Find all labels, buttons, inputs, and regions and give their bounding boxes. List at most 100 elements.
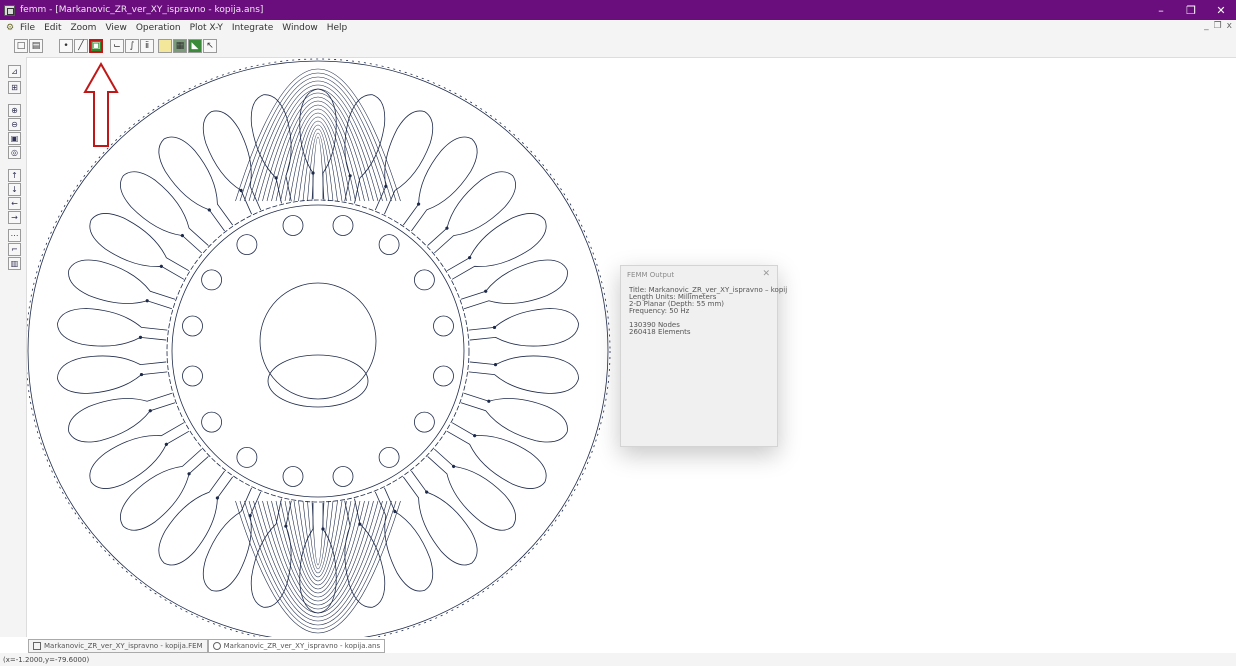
rotor-bar <box>433 315 454 337</box>
document-icon <box>33 641 41 650</box>
flux-line-bottom <box>311 500 325 566</box>
zoom-out-icon[interactable]: ⊖ <box>8 118 21 131</box>
menu-integrate[interactable]: Integrate <box>232 23 273 33</box>
open-file-icon[interactable]: ▤ <box>29 39 43 53</box>
flux-line-bottom <box>253 500 383 618</box>
dialog-title: FEMM Output <box>627 271 675 279</box>
menu-help[interactable]: Help <box>327 23 348 33</box>
flux-line-top <box>253 84 383 202</box>
rotor-bar <box>433 365 454 387</box>
stator-slot <box>446 422 547 489</box>
menu-edit[interactable]: Edit <box>44 23 61 33</box>
stator-slot <box>468 308 579 347</box>
tab-fem-label: Markanovic_ZR_ver_XY_ispravno - kopija.F… <box>44 641 203 650</box>
window-controls: – ❐ ✕ <box>1146 0 1236 20</box>
output-frequency-line: Frequency: 50 Hz <box>629 307 690 315</box>
stator-slot <box>460 392 568 443</box>
menu-bar: ⚙ File Edit Zoom View Operation Plot X-Y… <box>0 20 1236 35</box>
flux-line-bottom <box>275 500 361 598</box>
smooth-icon[interactable]: ⊞ <box>8 81 21 94</box>
plot-icon[interactable]: ∫ <box>125 39 139 53</box>
vertical-toolbar: ⊿ ⊞ ⊕ ⊖ ▣ ◎ ↑ ↓ ← → ⋯ ⌐ ▥ <box>0 57 27 637</box>
mdi-restore-button[interactable]: ❐ <box>1214 21 1222 31</box>
menu-plot-xy[interactable]: Plot X-Y <box>190 23 223 33</box>
pan-left-icon[interactable]: ← <box>8 197 21 210</box>
select-icon[interactable]: ↖ <box>203 39 217 53</box>
stator-slot <box>427 448 516 531</box>
point-icon[interactable]: • <box>59 39 73 53</box>
app-icon <box>4 4 15 16</box>
arrow-icon[interactable]: ◣ <box>188 39 202 53</box>
tab-fem-file[interactable]: Markanovic_ZR_ver_XY_ispravno - kopija.F… <box>28 638 208 653</box>
menu-window[interactable]: Window <box>282 23 318 33</box>
menu-file[interactable]: File <box>20 23 35 33</box>
stator-slot <box>89 422 190 489</box>
show-mesh-icon[interactable]: ⊿ <box>8 65 21 78</box>
shaft-circle <box>259 282 377 400</box>
new-file-icon[interactable]: □ <box>14 39 28 53</box>
stator-slot <box>446 213 547 280</box>
rotor-bar <box>332 466 354 487</box>
flux-line-bottom <box>244 500 392 626</box>
grid-show-icon[interactable]: ⋯ <box>8 229 21 242</box>
info-icon[interactable]: ⅱ <box>140 39 154 53</box>
rotor-bar <box>182 315 203 337</box>
stator-slot <box>57 308 168 347</box>
block-integral-icon[interactable]: ⌙ <box>110 39 124 53</box>
menu-view[interactable]: View <box>105 23 126 33</box>
grid-set-icon[interactable]: ▥ <box>8 257 21 270</box>
grid-snap-icon[interactable]: ⌐ <box>8 243 21 256</box>
stator-slot <box>344 498 386 608</box>
stator-slot <box>68 259 176 310</box>
output-elements-line: 260418 Elements <box>629 328 691 336</box>
flux-line-bottom <box>307 500 329 570</box>
solution-icon <box>212 641 221 650</box>
stator-slot <box>68 392 176 443</box>
menu-operation[interactable]: Operation <box>136 23 181 33</box>
pan-up-icon[interactable]: ↑ <box>8 169 21 182</box>
stator-slot <box>250 498 292 608</box>
tab-ans-file[interactable]: Markanovic_ZR_ver_XY_ispravno - kopija.a… <box>207 638 386 653</box>
stator-slot <box>57 355 168 394</box>
stator-slot <box>344 94 386 204</box>
mdi-minimize-button[interactable]: _ <box>1204 21 1209 31</box>
flux-line-bottom <box>289 500 347 586</box>
menu-zoom[interactable]: Zoom <box>71 23 97 33</box>
dialog-close-button[interactable]: ✕ <box>762 269 770 279</box>
stator-slot <box>250 94 292 204</box>
line-icon[interactable]: ╱ <box>74 39 88 53</box>
zoom-in-icon[interactable]: ⊕ <box>8 104 21 117</box>
grid-icon[interactable]: ▦ <box>173 39 187 53</box>
stator-slot <box>120 171 209 254</box>
rotor-bar <box>413 411 435 433</box>
stator-slot <box>158 470 234 566</box>
stator-slot <box>468 355 579 394</box>
document-system-icon[interactable]: ⚙ <box>6 23 16 33</box>
zoom-natural-icon[interactable]: ◎ <box>8 146 21 159</box>
contour-icon[interactable]: ▣ <box>89 39 103 53</box>
flux-line-top <box>311 136 325 202</box>
flux-line-bottom <box>302 500 334 573</box>
window-title: femm - [Markanovic_ZR_ver_XY_ispravno - … <box>20 5 264 15</box>
annotation-arrow <box>83 61 119 147</box>
pan-down-icon[interactable]: ↓ <box>8 183 21 196</box>
rotor-bar <box>282 215 304 236</box>
stator-slot <box>89 213 190 280</box>
zoom-window-icon[interactable]: ▣ <box>8 132 21 145</box>
flux-line-top <box>302 129 334 202</box>
stator-slot <box>120 448 209 531</box>
flux-line-top <box>244 76 392 202</box>
density-plot-icon[interactable] <box>158 39 172 53</box>
stator-slot <box>158 136 234 232</box>
pan-right-icon[interactable]: → <box>8 211 21 224</box>
airgap-circle <box>166 199 470 503</box>
close-button[interactable]: ✕ <box>1206 0 1236 20</box>
minimize-button[interactable]: – <box>1146 0 1176 20</box>
mdi-close-button[interactable]: x <box>1227 21 1232 31</box>
rotor-bar <box>282 466 304 487</box>
rotor-outer <box>171 204 465 498</box>
femm-output-dialog[interactable]: FEMM Output ✕ Title: Markanovic_ZR_ver_X… <box>620 265 787 447</box>
maximize-button[interactable]: ❐ <box>1176 0 1206 20</box>
status-bar: (x=-1.2000,y=-79.6000) <box>0 653 1236 666</box>
toolbar: □ ▤ • ╱ ▣ ⌙ ∫ ⅱ ▦ ◣ ↖ <box>0 35 1236 58</box>
